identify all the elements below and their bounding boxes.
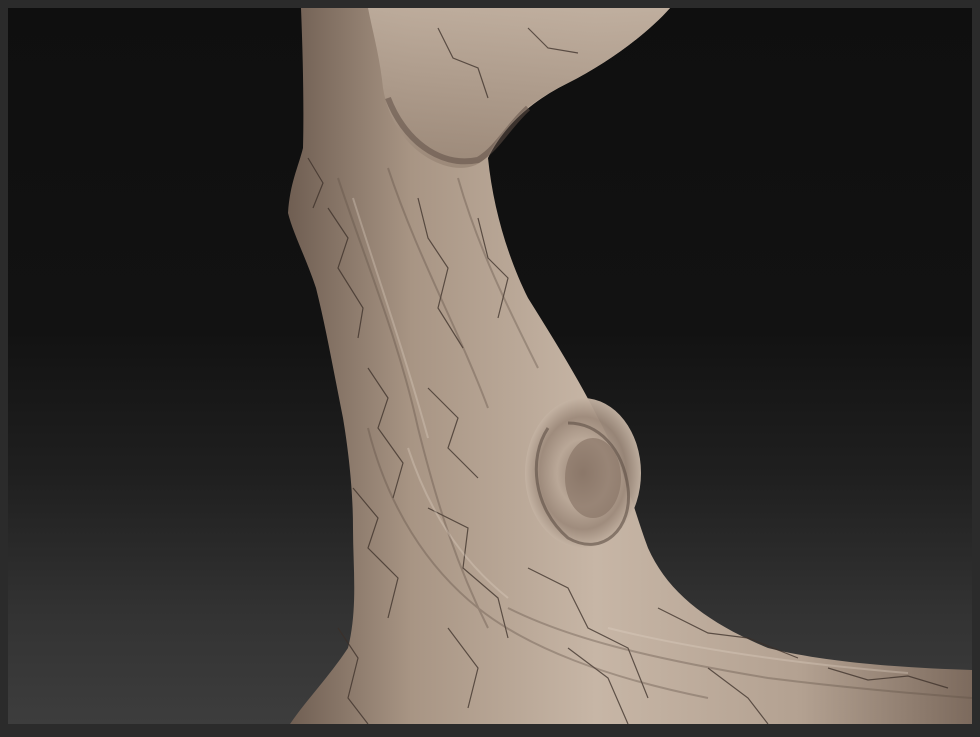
3d-viewport[interactable] [8, 8, 972, 724]
trunk-body [288, 8, 972, 724]
branch-fork [368, 8, 670, 168]
knot-inner [565, 438, 621, 518]
sculpt-canvas [288, 8, 972, 724]
app-window-frame [0, 0, 980, 737]
